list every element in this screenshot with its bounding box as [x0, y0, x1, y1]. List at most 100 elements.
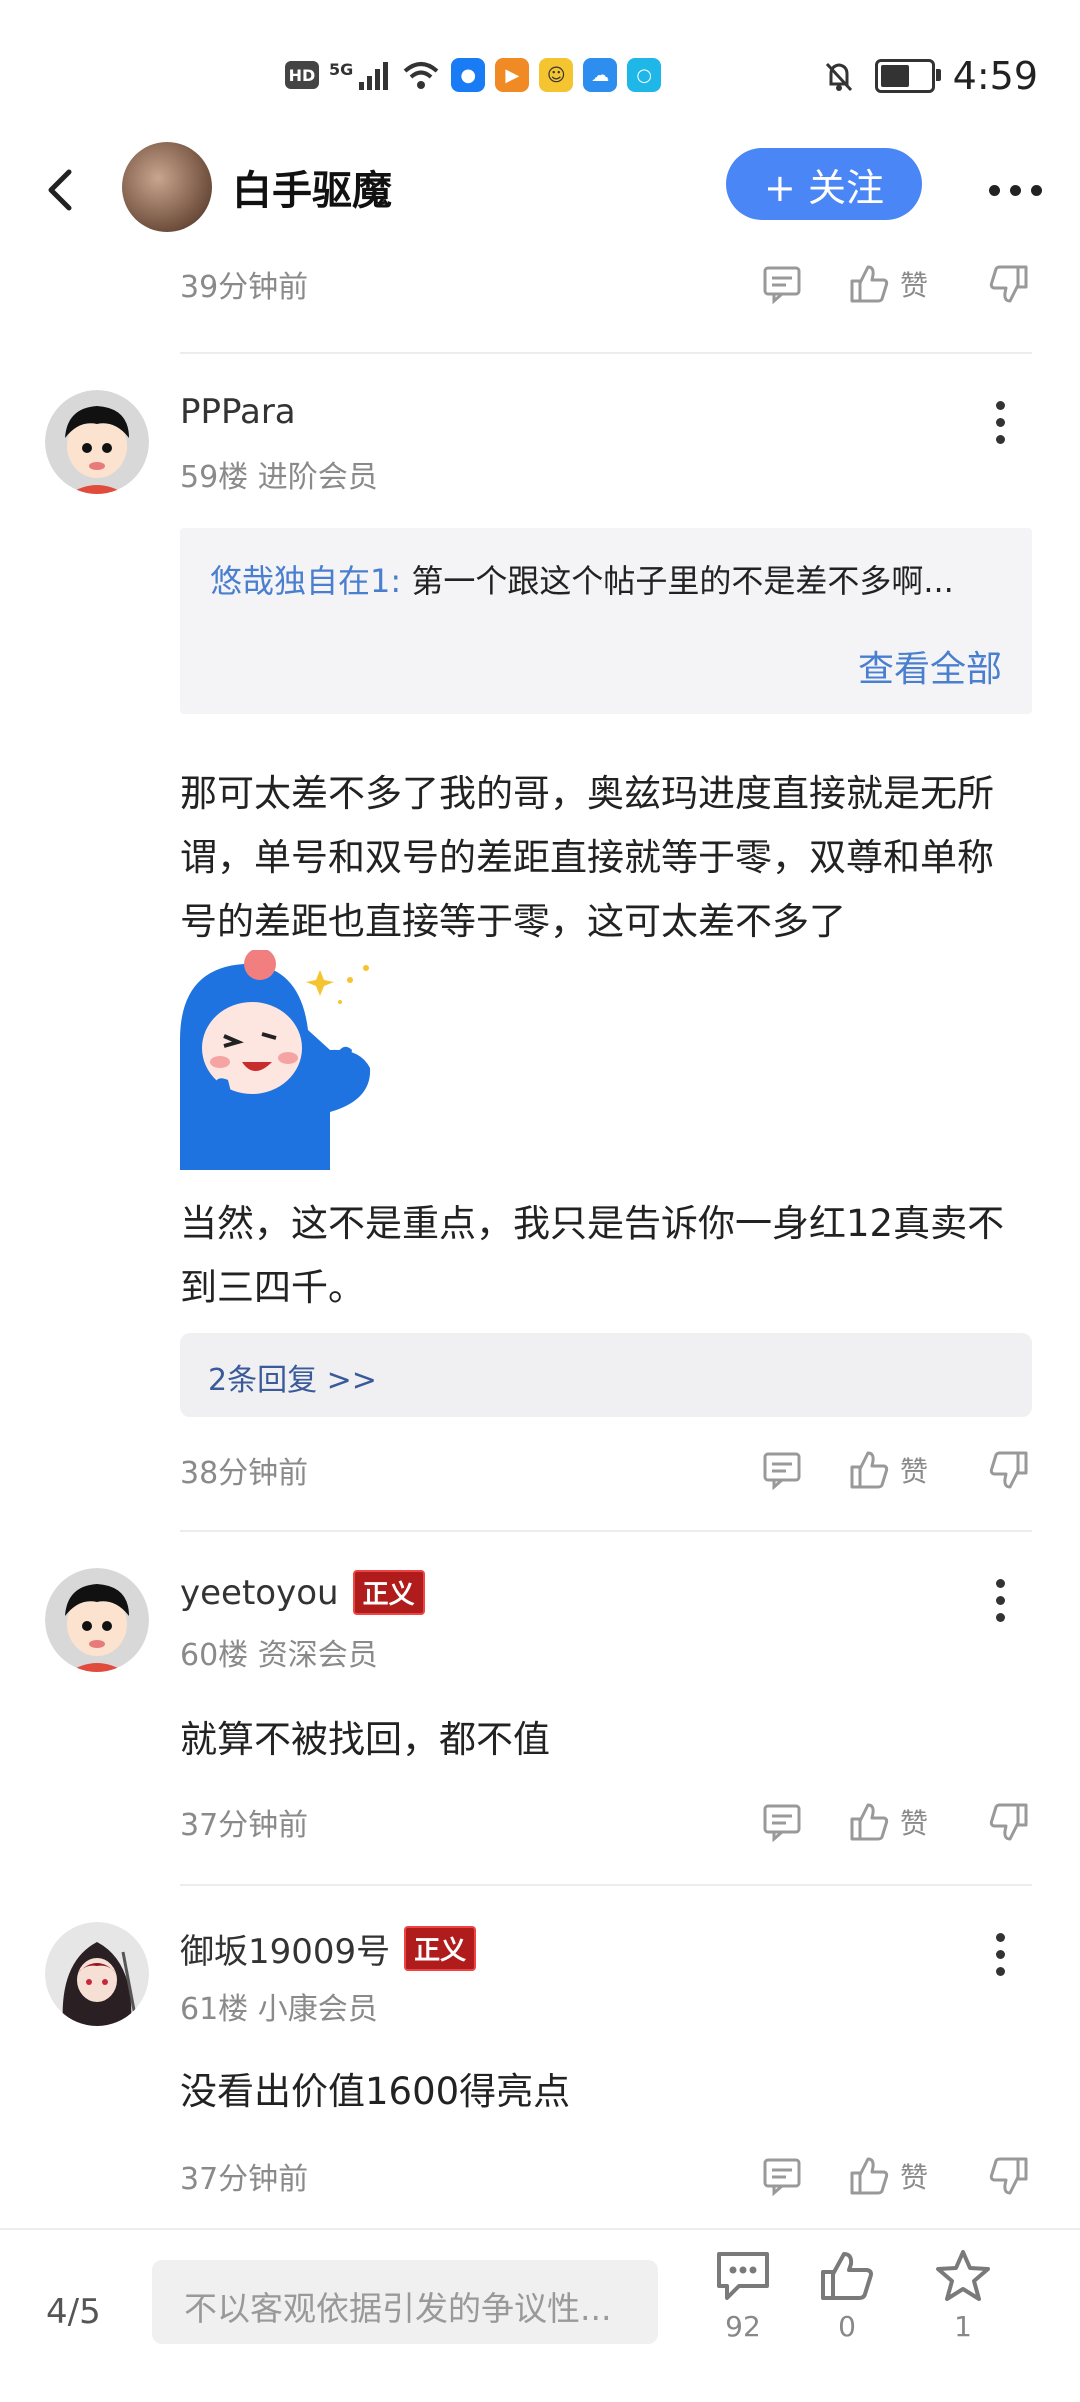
thumbs-up-icon	[850, 265, 889, 303]
post-header: 白手驱魔 + 关注	[0, 130, 1080, 250]
comment-icon	[717, 2252, 769, 2300]
like-button[interactable]: 赞	[848, 263, 928, 305]
comment-divider	[180, 1530, 1032, 1532]
comment-user-name[interactable]: 御坂19009号 正义	[180, 1924, 477, 1973]
comment-actions: 赞	[762, 1792, 1030, 1852]
comment-menu-button[interactable]	[980, 1570, 1020, 1630]
sticker-image[interactable]	[180, 948, 395, 1170]
avatar[interactable]	[45, 390, 149, 494]
comment-actions: 赞	[762, 254, 1030, 314]
reply-input[interactable]: 不以客观依据引发的争议性...	[152, 2260, 658, 2344]
reply-button[interactable]	[762, 1450, 802, 1490]
favorite-count: 1	[954, 2310, 972, 2343]
comment-text: 没看出价值1600得亮点	[180, 2070, 571, 2113]
dislike-button[interactable]	[988, 1801, 1030, 1843]
thumbs-up-icon	[821, 2252, 873, 2300]
comment-menu-button[interactable]	[980, 392, 1020, 452]
weather-app-icon: ☁	[583, 58, 618, 92]
more-options-button[interactable]	[970, 160, 1060, 220]
thumbs-down-icon	[989, 1451, 1028, 1489]
like-label: 赞	[899, 1807, 928, 1840]
view-all-link[interactable]: 查看全部	[858, 640, 1002, 692]
dislike-button[interactable]	[988, 2155, 1030, 2197]
avatar[interactable]	[45, 1922, 149, 2026]
comment-actions: 赞	[762, 1440, 1030, 1500]
wifi-icon	[403, 62, 439, 89]
like-label: 赞	[899, 2161, 928, 2194]
comment-time: 37分钟前	[180, 1808, 309, 1843]
back-arrow-icon	[48, 169, 72, 211]
comment-floor: 60楼 资深会员	[180, 1638, 378, 1673]
status-icons-right: 4:59	[821, 54, 1038, 98]
author-name[interactable]: 白手驱魔	[232, 158, 392, 216]
comment-icon	[763, 2158, 801, 2196]
thumbs-up-icon	[850, 1451, 889, 1489]
comment-text-continued: 当然，这不是重点，我只是告诉你一身红12真卖不到三四千。	[180, 1202, 1005, 1309]
comment-text: 那可太差不多了我的哥，奥兹玛进度直接就是无所谓，单号和双号的差距直接就等于零，双…	[180, 772, 994, 943]
comment-text: 就算不被找回，都不值	[180, 1718, 550, 1761]
comment-meta-row: 39分钟前 赞	[180, 254, 1030, 314]
thumbs-up-icon	[850, 1803, 889, 1841]
hd-icon: HD	[285, 61, 319, 89]
comment-actions: 赞	[762, 2146, 1030, 2206]
justice-badge: 正义	[404, 1926, 477, 1971]
comment-divider	[180, 352, 1032, 354]
more-icon	[988, 184, 1000, 196]
thumbs-up-icon	[850, 2157, 889, 2195]
comment-meta-row: 37分钟前 赞	[180, 1792, 1030, 1852]
quote-user[interactable]: 悠哉独自在1:	[210, 562, 401, 600]
comment-meta-row: 37分钟前 赞	[180, 2146, 1030, 2206]
comment-time: 39分钟前	[180, 270, 309, 305]
replies-label[interactable]: 2条回复 >>	[208, 1355, 377, 1399]
comment-menu-button[interactable]	[980, 1924, 1020, 1984]
replies-link[interactable]: 2条回复 >>	[180, 1333, 1032, 1417]
bottom-bar: 4/5 不以客观依据引发的争议性... 92 0 1	[0, 2228, 1080, 2402]
comment-floor: 59楼 进阶会员	[180, 460, 378, 495]
comment-icon	[763, 1452, 801, 1490]
back-button[interactable]	[30, 160, 90, 220]
dislike-button[interactable]	[988, 1449, 1030, 1491]
page-indicator[interactable]: 4/5	[46, 2292, 101, 2332]
comment-meta-row: 38分钟前 赞	[180, 1440, 1030, 1500]
user-name-text[interactable]: yeetoyou	[180, 1573, 339, 1613]
comment-time: 37分钟前	[180, 2162, 309, 2197]
avatar[interactable]	[45, 1568, 149, 1672]
like-button[interactable]: 赞	[848, 2155, 928, 2197]
follow-button[interactable]: + 关注	[726, 148, 922, 220]
like-label: 赞	[899, 1455, 928, 1488]
thumbs-down-icon	[989, 265, 1028, 303]
video-app-icon: ▶	[495, 58, 530, 92]
status-bar: HD 5G ● ▶ ☺ ☁ ○ 4:59	[0, 0, 1080, 150]
search-app-icon: ○	[627, 58, 662, 92]
reply-button[interactable]	[762, 264, 802, 304]
comment-time: 38分钟前	[180, 1456, 309, 1491]
user-name-text[interactable]: PPPara	[180, 392, 296, 432]
reply-button[interactable]	[762, 1802, 802, 1842]
quoted-comment[interactable]: 悠哉独自在1: 第一个跟这个帖子里的不是差不多啊... 查看全部	[180, 528, 1032, 714]
star-icon	[936, 2250, 990, 2301]
mute-bell-icon	[825, 62, 852, 92]
post-like-button[interactable]: 0	[802, 2248, 892, 2343]
kebab-icon	[995, 1578, 1005, 1588]
comments-button[interactable]: 92	[698, 2248, 788, 2343]
user-name-text[interactable]: 御坂19009号	[180, 1924, 390, 1973]
thumbs-down-icon	[989, 1803, 1028, 1841]
comment-icon	[763, 1804, 801, 1842]
signal-icon	[359, 62, 389, 90]
app-notification-icon: ●	[451, 58, 486, 92]
like-button[interactable]: 赞	[848, 1801, 928, 1843]
clock: 4:59	[952, 54, 1038, 98]
like-button[interactable]: 赞	[848, 1449, 928, 1491]
comment-user-name[interactable]: yeetoyou 正义	[180, 1570, 425, 1615]
comment-floor: 61楼 小康会员	[180, 1992, 378, 2027]
favorite-button[interactable]: 1	[918, 2248, 1008, 2343]
dislike-button[interactable]	[988, 263, 1030, 305]
reply-button[interactable]	[762, 2156, 802, 2196]
author-avatar[interactable]	[122, 142, 212, 232]
like-count: 0	[838, 2310, 856, 2343]
comment-user-name[interactable]: PPPara	[180, 392, 296, 432]
comment-icon	[763, 266, 801, 304]
network-type-label: 5G	[329, 59, 354, 79]
quote-text: 第一个跟这个帖子里的不是差不多啊...	[401, 562, 954, 600]
comment-count: 92	[725, 2310, 761, 2343]
